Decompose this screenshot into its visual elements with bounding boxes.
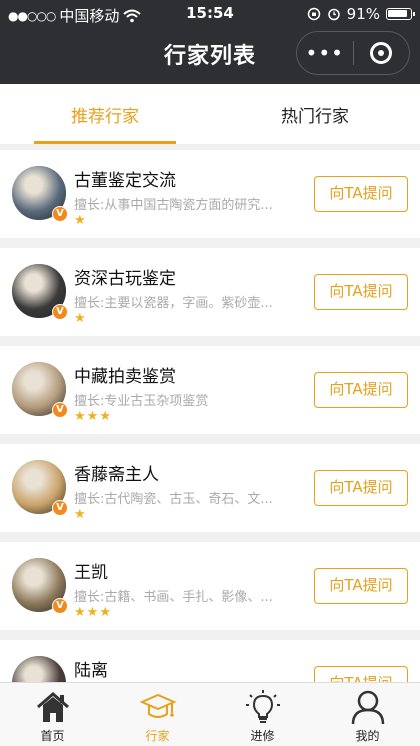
status-bar: ●●○○○ 中国移动 15:54 91% xyxy=(0,0,420,28)
tab-mine[interactable]: 我的 xyxy=(315,683,420,746)
verified-badge-icon: V xyxy=(52,206,68,222)
avatar[interactable]: V xyxy=(12,362,68,418)
expert-name: 资深古玩鉴定 xyxy=(74,269,176,289)
user-icon xyxy=(351,690,384,725)
avatar[interactable]: V xyxy=(12,166,68,222)
tab-recommended[interactable]: 推荐行家 xyxy=(0,84,210,144)
app-header: ●●○○○ 中国移动 15:54 91% 行家列表 ••• xyxy=(0,0,420,84)
lightbulb-icon xyxy=(245,690,280,723)
battery-percent: 91% xyxy=(346,5,380,23)
avatar-image xyxy=(12,656,66,682)
star-icon: ★ xyxy=(86,605,99,620)
rating-stars: ★ xyxy=(74,312,86,326)
expert-card[interactable]: V 王凯 擅长:古籍、书画、手扎、影像、... ★ ★ ★ 向TA提问 xyxy=(0,542,420,630)
expert-name: 陆离 xyxy=(74,661,108,681)
expert-card[interactable]: V 香藤斋主人擅长:古代陶瓷、古玉、奇石、文... ★ 向TA提问 xyxy=(0,444,420,532)
star-icon: ★ xyxy=(74,507,86,522)
expert-specialty: 擅长:专业古玉杂项鉴赏 xyxy=(74,394,209,409)
rating-stars: ★ xyxy=(74,214,86,228)
expert-specialty: 擅长:主要以瓷器，字画。紫砂壶... xyxy=(74,296,273,311)
ask-expert-button[interactable]: 向TA提问 xyxy=(314,176,408,212)
more-button[interactable]: ••• xyxy=(297,41,353,65)
verified-badge-icon: V xyxy=(52,304,68,320)
rating-stars: ★ xyxy=(74,508,86,522)
tab-study[interactable]: 进修 xyxy=(210,683,315,746)
avatar[interactable]: V xyxy=(12,460,68,516)
avatar[interactable]: V xyxy=(12,656,66,682)
alarm-icon xyxy=(327,8,340,21)
avatar[interactable]: V xyxy=(12,264,68,320)
expert-card[interactable]: V 中藏拍卖鉴赏 擅长:专业古玉杂项鉴赏 ★ ★ ★ 向TA提问 xyxy=(0,346,420,434)
expert-card[interactable]: V 资深古玩鉴定擅长:主要以瓷器，字画。紫砂壶... ★ 向TA提问 xyxy=(0,248,420,336)
close-circle-icon xyxy=(370,42,393,64)
expert-specialty: 擅长:古籍、书画、手扎、影像、... xyxy=(74,590,273,605)
ask-expert-button[interactable]: 向TA提问 xyxy=(314,568,408,604)
expert-name: 香藤斋主人 xyxy=(74,465,159,485)
graduation-cap-icon xyxy=(139,693,176,718)
star-icon: ★ xyxy=(74,605,86,620)
expert-name: 王凯 xyxy=(74,563,108,583)
star-icon: ★ xyxy=(74,311,86,326)
tab-popular[interactable]: 热门行家 xyxy=(210,84,420,144)
ask-expert-button[interactable]: 向TA提问 xyxy=(314,666,408,682)
bottom-tab-bar: 首页 行家 进修 我的 xyxy=(0,682,420,746)
star-icon: ★ xyxy=(99,605,111,620)
ask-expert-button[interactable]: 向TA提问 xyxy=(314,372,408,408)
tab-home[interactable]: 首页 xyxy=(0,683,105,746)
star-icon: ★ xyxy=(74,213,86,228)
expert-list: V 古董鉴定交流 擅长:从事中国古陶瓷方面的研究... ★ 向TA提问 V 资深古玩鉴定 擅长… xyxy=(0,150,420,682)
expert-tabs: 推荐行家 热门行家 xyxy=(0,84,420,144)
mini-program-capsule: ••• xyxy=(296,31,410,75)
avatar[interactable]: V xyxy=(12,558,68,614)
expert-name: 中藏拍卖鉴赏 xyxy=(74,367,176,387)
rotation-lock-icon xyxy=(307,7,320,21)
expert-name: 古董鉴定交流 xyxy=(74,171,176,191)
verified-badge-icon: V xyxy=(52,500,68,516)
ask-expert-button[interactable]: 向TA提问 xyxy=(314,470,408,506)
rating-stars: ★ ★ ★ xyxy=(74,606,111,620)
expert-specialty: 擅长:从事中国古陶瓷方面的研究... xyxy=(74,198,273,213)
battery-icon xyxy=(386,8,415,20)
verified-badge-icon: V xyxy=(52,598,68,614)
close-button[interactable] xyxy=(353,42,409,64)
star-icon: ★ xyxy=(99,409,111,424)
expert-card[interactable]: V 陆离 向TA提问 xyxy=(0,640,420,682)
expert-card[interactable]: V 古董鉴定交流擅长:从事中国古陶瓷方面的研究... ★ 向TA提问 xyxy=(0,150,420,238)
ask-expert-button[interactable]: 向TA提问 xyxy=(314,274,408,310)
tab-home-label: 首页 xyxy=(40,729,65,743)
home-icon xyxy=(36,692,69,722)
tab-mine-label: 我的 xyxy=(355,729,380,743)
tab-experts[interactable]: 行家 xyxy=(105,683,210,746)
tab-study-label: 进修 xyxy=(250,729,275,743)
star-icon: ★ xyxy=(86,409,99,424)
star-icon: ★ xyxy=(74,409,86,424)
rating-stars: ★ ★ ★ xyxy=(74,410,111,424)
tab-experts-label: 行家 xyxy=(145,729,170,743)
expert-specialty: 擅长:古代陶瓷、古玉、奇石、文... xyxy=(74,492,273,507)
verified-badge-icon: V xyxy=(52,402,68,418)
